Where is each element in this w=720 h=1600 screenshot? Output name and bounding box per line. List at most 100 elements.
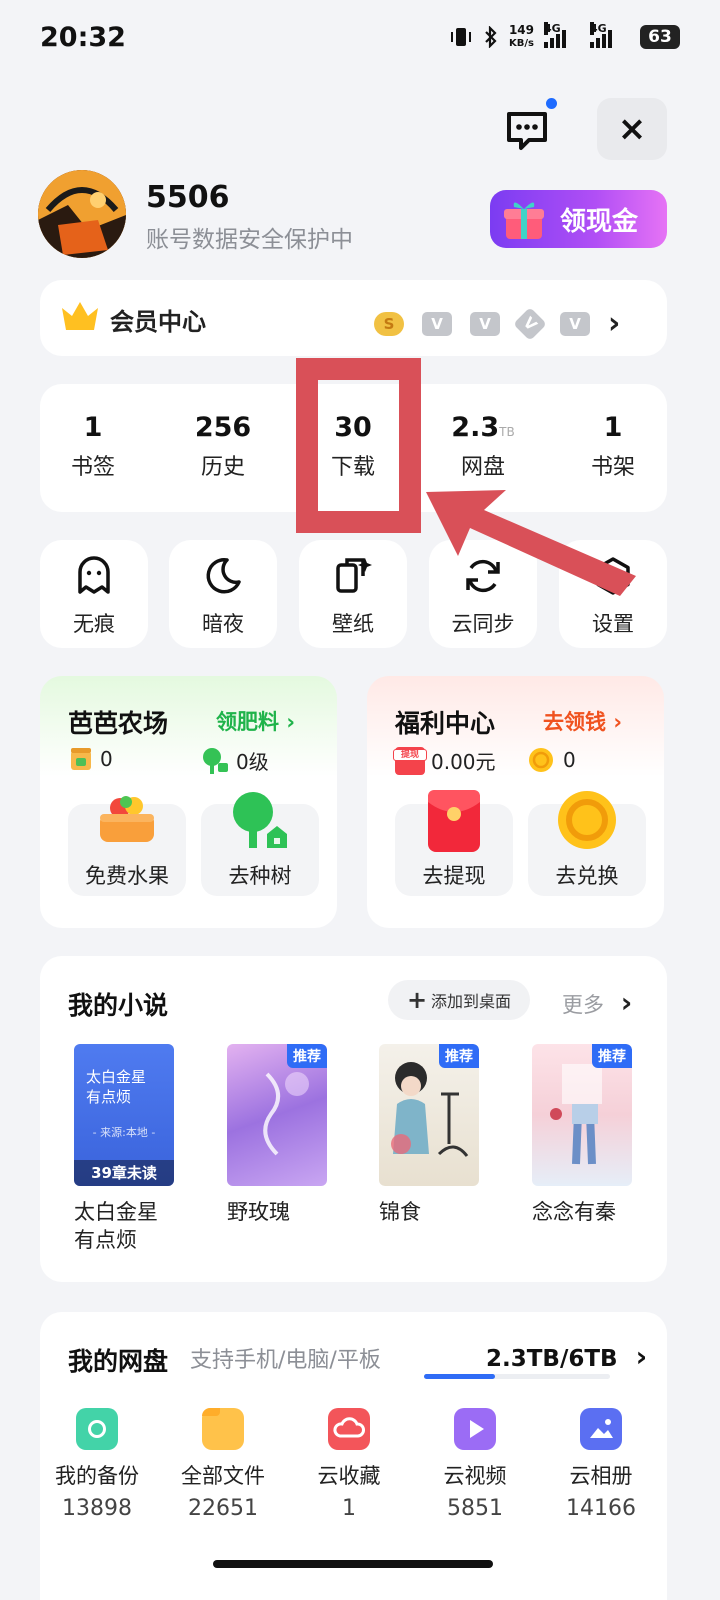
book-item[interactable]: 推荐 野玫瑰 — [227, 1044, 327, 1226]
crown-icon — [62, 302, 98, 330]
stat-value: 1 — [603, 412, 623, 443]
message-button[interactable] — [505, 108, 549, 152]
farm-stat2-value: 0级 — [236, 750, 269, 774]
book-title: 锦食 — [379, 1200, 421, 1224]
cloud-item-label: 全部文件 — [181, 1464, 265, 1488]
bluetooth-icon — [485, 26, 497, 48]
vip-badge-v3: V — [513, 306, 547, 341]
gold-coin-icon — [558, 791, 616, 849]
backup-icon — [76, 1408, 118, 1450]
cloud-favorite-icon — [328, 1408, 370, 1450]
chevron-right-icon: › — [286, 710, 295, 734]
gift-icon — [504, 202, 544, 239]
wallpaper-icon — [336, 558, 372, 593]
cloud-usage-value: 2.3TB/6TB — [486, 1346, 618, 1372]
battery-icon: 63 — [640, 25, 680, 49]
vip-center-label: 会员中心 — [110, 308, 206, 336]
account-subtitle: 账号数据安全保护中 — [146, 227, 353, 253]
book-cover: 太白金星 有点烦 - 来源:本地 - 39章未读 — [74, 1044, 174, 1186]
cloud-item-album[interactable]: 云相册 14166 — [546, 1408, 656, 1521]
avatar[interactable] — [38, 170, 126, 258]
highlight-arrow — [426, 490, 636, 596]
status-icons: 149 KB/s 4G 4G 63 — [449, 22, 680, 50]
stat-history[interactable]: 256 历史 — [168, 412, 278, 481]
book-item[interactable]: 推荐 念念有秦 — [532, 1044, 632, 1226]
farm-stat-fertilizer: 0 — [68, 746, 113, 772]
vip-badge-v1: V — [422, 311, 452, 336]
tool-wallpaper[interactable]: 壁纸 — [299, 540, 407, 648]
book-item[interactable]: 推荐 锦食 — [379, 1044, 479, 1226]
close-button[interactable]: × — [597, 98, 667, 160]
welfare-center-card[interactable]: 福利中心 去领钱 › 提现 0.00元 0 去提现 去兑换 — [367, 676, 664, 928]
book-title: 野玫瑰 — [227, 1200, 290, 1224]
tool-night-mode[interactable]: 暗夜 — [169, 540, 277, 648]
stat-cloud-drive[interactable]: 2.3TB 网盘 — [428, 412, 538, 481]
cloud-item-label: 云视频 — [443, 1464, 507, 1488]
welfare-title: 福利中心 — [395, 709, 496, 738]
tool-label: 设置 — [592, 612, 634, 636]
cash-button-label: 领现金 — [560, 206, 639, 237]
book-cover: 推荐 — [379, 1044, 479, 1186]
my-novels-card: 我的小说 + 添加到桌面 更多 › 太白金星 有点烦 - 来源:本地 - 39章未… — [40, 956, 667, 1282]
fruit-basket-icon — [100, 796, 154, 842]
cloud-title: 我的网盘 — [68, 1347, 169, 1376]
cover-title-line2: 有点烦 — [86, 1088, 132, 1106]
stat-bookmarks[interactable]: 1 书签 — [38, 412, 148, 481]
message-icon — [507, 112, 547, 150]
cloud-usage-fill — [424, 1374, 495, 1379]
cloud-usage: 2.3TB/6TB › — [486, 1340, 647, 1373]
novels-title: 我的小说 — [68, 991, 169, 1020]
cash-button[interactable]: 领现金 — [490, 190, 667, 248]
vip-badges: S V V V V › — [374, 306, 620, 341]
more-link[interactable]: 更多 › — [562, 986, 632, 1019]
vibrate-icon — [450, 28, 471, 46]
exchange-tile[interactable]: 去兑换 — [528, 791, 646, 896]
cloud-item-backup[interactable]: 我的备份 13898 — [42, 1408, 152, 1521]
cloud-item-count: 1 — [342, 1496, 356, 1521]
cloud-item-count: 22651 — [188, 1496, 258, 1521]
free-fruit-tile[interactable]: 免费水果 — [68, 796, 186, 896]
tool-label: 云同步 — [451, 612, 515, 636]
book-item[interactable]: 太白金星 有点烦 - 来源:本地 - 39章未读 太白金星有点烦 — [74, 1044, 174, 1254]
add-to-desktop-button[interactable]: + 添加到桌面 — [388, 980, 530, 1020]
tool-label: 壁纸 — [332, 612, 374, 636]
cover-title-line1: 太白金星 — [86, 1068, 147, 1086]
more-label: 更多 — [562, 993, 604, 1017]
stat-label: 网盘 — [460, 455, 505, 480]
cloud-item-videos[interactable]: 云视频 5851 — [420, 1408, 530, 1521]
farm-stat-level: 0级 — [200, 746, 269, 775]
farm-title: 芭芭农场 — [68, 709, 169, 738]
network-speed: 149 KB/s — [509, 24, 534, 50]
chevron-right-icon: › — [635, 1340, 648, 1373]
stat-value: 2.3 — [451, 412, 500, 443]
farm-link-label: 领肥料 — [216, 710, 279, 734]
withdraw-tag-icon: 提现 — [393, 746, 427, 775]
photo-album-icon — [580, 1408, 622, 1450]
welfare-stat2-value: 0 — [563, 748, 576, 772]
recommend-badge: 推荐 — [592, 1044, 632, 1068]
vip-badge-v2: V — [470, 311, 500, 336]
stat-bookshelf[interactable]: 1 书架 — [558, 412, 668, 481]
tree-icon — [233, 792, 287, 848]
cloud-item-favorites[interactable]: 云收藏 1 — [294, 1408, 404, 1521]
farm-fertilizer-link[interactable]: 领肥料 › — [216, 706, 295, 736]
tile-label: 去种树 — [228, 864, 292, 888]
vip-center-row[interactable]: 会员中心 S V V V V › — [40, 280, 667, 356]
vip-badge-s: S — [374, 311, 404, 336]
status-bar: 20:32 149 KB/s 4G 4G 63 — [0, 0, 720, 80]
cloud-item-all-files[interactable]: 全部文件 22651 — [168, 1408, 278, 1521]
welfare-get-money-link[interactable]: 去领钱 › — [543, 706, 622, 736]
plant-tree-tile[interactable]: 去种树 — [201, 792, 319, 896]
chevron-right-icon: › — [620, 986, 633, 1019]
chevron-right-icon: › — [608, 306, 621, 341]
moon-icon — [206, 558, 241, 594]
my-cloud-drive-card[interactable]: 我的网盘 支持手机/电脑/平板 2.3TB/6TB › 我的备份 13898 全部… — [40, 1312, 667, 1600]
stat-value: 256 — [194, 412, 252, 443]
signal-2-icon: 4G — [590, 22, 630, 48]
tool-incognito[interactable]: 无痕 — [40, 540, 148, 648]
plus-icon: + — [406, 986, 428, 1014]
baba-farm-card[interactable]: 芭芭农场 领肥料 › 0 0级 免费水果 去种树 — [40, 676, 337, 928]
withdraw-tile[interactable]: 去提现 — [395, 790, 513, 896]
home-indicator[interactable] — [213, 1560, 493, 1568]
cloud-item-label: 我的备份 — [55, 1464, 139, 1488]
